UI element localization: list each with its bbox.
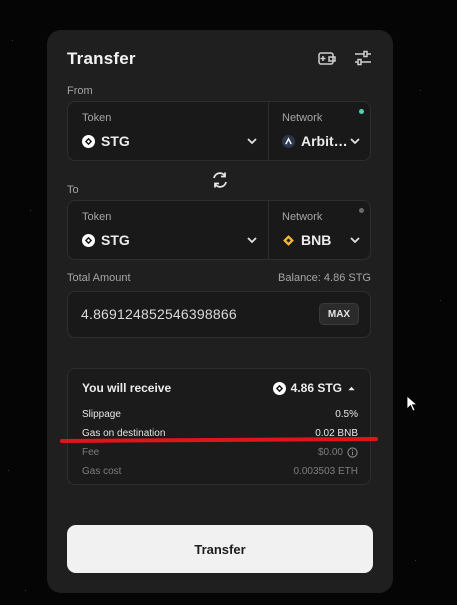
fee-value: $0.00: [317, 447, 343, 458]
to-selector: Token STG Network BNB: [67, 200, 371, 260]
amount-input[interactable]: 4.869124852546398866 MAX: [67, 291, 371, 338]
chevron-down-icon: [247, 138, 257, 145]
background-star: [30, 210, 31, 211]
stg-token-icon: [82, 233, 95, 247]
to-network-selector[interactable]: Network BNB: [268, 201, 372, 259]
background-star: [25, 590, 26, 591]
gas-on-destination-label: Gas on destination: [82, 428, 166, 439]
background-star: [12, 40, 13, 41]
total-amount-label: Total Amount: [67, 272, 131, 284]
bnb-network-icon: [282, 234, 295, 247]
arbitrum-network-icon: [282, 134, 295, 148]
from-network-value: Arbit…: [301, 133, 348, 149]
page-title: Transfer: [67, 49, 136, 68]
from-token-value: STG: [101, 133, 130, 149]
info-icon[interactable]: [347, 447, 358, 458]
gas-cost-value: 0.003503 ETH: [293, 466, 359, 477]
background-star: [415, 560, 416, 561]
settings-sliders-icon[interactable]: [353, 48, 373, 68]
fee-label: Fee: [82, 447, 100, 458]
from-selector: Token STG Network Arbit…: [67, 101, 371, 161]
from-label: From: [67, 85, 93, 97]
transfer-button[interactable]: Transfer: [67, 525, 373, 573]
to-label: To: [67, 184, 79, 196]
transfer-card: Transfer From Token STG Network Arbit… T…: [47, 30, 393, 593]
max-button[interactable]: MAX: [319, 303, 359, 325]
gas-cost-label: Gas cost: [82, 466, 122, 477]
to-token-caption: Token: [82, 211, 112, 223]
chevron-down-icon: [350, 237, 360, 244]
stg-token-icon: [82, 134, 95, 148]
background-star: [440, 300, 441, 301]
receive-title: You will receive: [82, 381, 172, 395]
to-network-value: BNB: [301, 232, 332, 248]
add-wallet-icon[interactable]: [317, 48, 337, 68]
slippage-value: 0.5%: [335, 409, 358, 420]
chevron-down-icon: [247, 237, 257, 244]
from-token-caption: Token: [82, 112, 112, 124]
background-star: [8, 470, 9, 471]
network-status-dot: [359, 208, 364, 213]
to-network-caption: Network: [282, 211, 323, 223]
from-network-selector[interactable]: Network Arbit…: [268, 102, 372, 160]
swap-direction-icon[interactable]: [210, 170, 230, 190]
caret-up-icon: [348, 386, 355, 390]
from-token-selector[interactable]: Token STG: [68, 102, 269, 160]
stg-token-icon: [272, 381, 286, 395]
background-star: [420, 90, 421, 91]
chevron-down-icon: [350, 138, 360, 145]
to-token-value: STG: [101, 232, 130, 248]
slippage-label: Slippage: [82, 409, 121, 420]
receive-amount-toggle[interactable]: 4.86 STG: [272, 381, 356, 395]
amount-labels: Total Amount Balance: 4.86 STG: [67, 272, 371, 284]
to-token-selector[interactable]: Token STG: [68, 201, 269, 259]
receive-amount: 4.86 STG: [290, 381, 342, 395]
balance-text: Balance: 4.86 STG: [278, 272, 371, 284]
mouse-cursor-icon: [406, 395, 418, 412]
from-network-caption: Network: [282, 112, 323, 124]
receive-summary: You will receive 4.86 STG Slippage 0.5% …: [67, 368, 371, 485]
amount-value[interactable]: 4.869124852546398866: [81, 306, 237, 322]
network-status-dot: [359, 109, 364, 114]
